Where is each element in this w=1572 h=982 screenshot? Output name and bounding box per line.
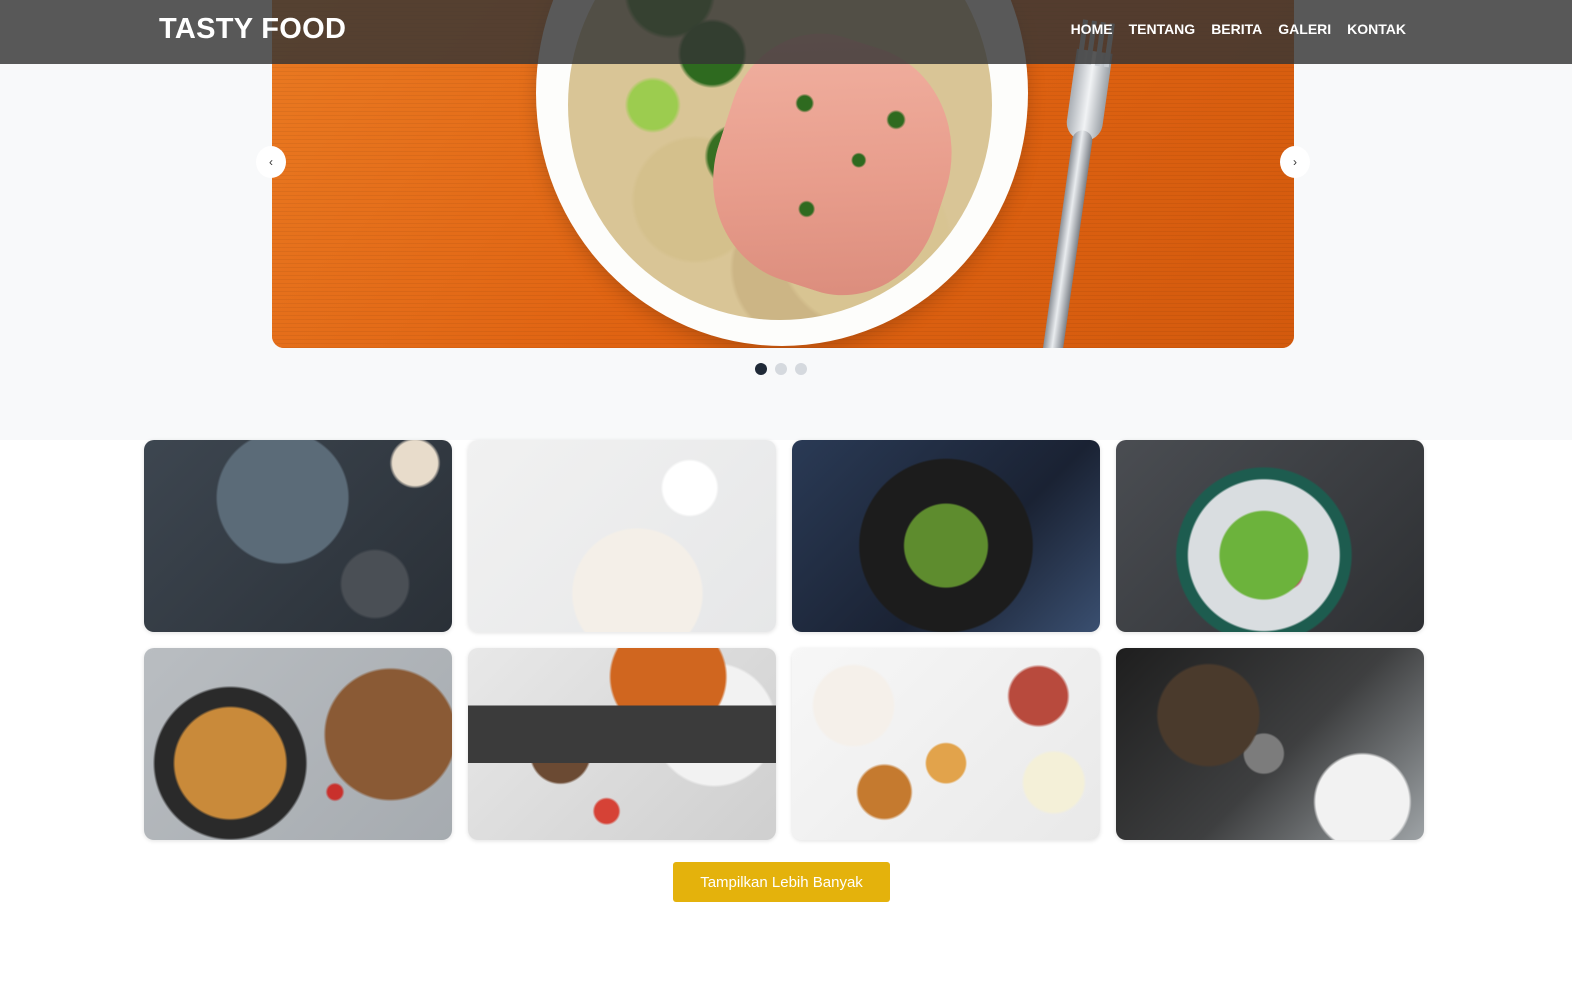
carousel-dot-2[interactable] xyxy=(775,363,787,375)
chevron-left-icon: ‹ xyxy=(269,155,273,169)
gallery-image[interactable] xyxy=(144,648,452,840)
nav-link-galeri[interactable]: GALERI xyxy=(1278,21,1331,37)
chevron-right-icon: › xyxy=(1293,155,1297,169)
carousel-prev-button[interactable]: ‹ xyxy=(256,146,286,178)
nav-menu: HOME TENTANG BERITA GALERI KONTAK xyxy=(1071,21,1406,37)
navbar: TASTY FOOD HOME TENTANG BERITA GALERI KO… xyxy=(0,0,1572,64)
nav-link-home[interactable]: HOME xyxy=(1071,21,1113,37)
nav-link-tentang[interactable]: TENTANG xyxy=(1129,21,1196,37)
show-more-button[interactable]: Tampilkan Lebih Banyak xyxy=(673,862,890,902)
brand-logo[interactable]: TASTY FOOD xyxy=(159,13,346,46)
gallery-image[interactable] xyxy=(468,440,776,632)
nav-link-berita[interactable]: BERITA xyxy=(1211,21,1262,37)
carousel-dot-1[interactable] xyxy=(755,363,767,375)
gallery-image[interactable] xyxy=(792,648,1100,840)
gallery-image[interactable] xyxy=(1116,440,1424,632)
gallery-image[interactable] xyxy=(792,440,1100,632)
carousel-next-button[interactable]: › xyxy=(1280,146,1310,178)
gallery-image[interactable] xyxy=(1116,648,1424,840)
carousel-dot-3[interactable] xyxy=(795,363,807,375)
gallery-image[interactable] xyxy=(144,440,452,632)
gallery-image[interactable] xyxy=(468,648,776,840)
nav-link-kontak[interactable]: KONTAK xyxy=(1347,21,1406,37)
gallery-grid xyxy=(144,440,1424,840)
carousel-indicators xyxy=(755,363,807,375)
